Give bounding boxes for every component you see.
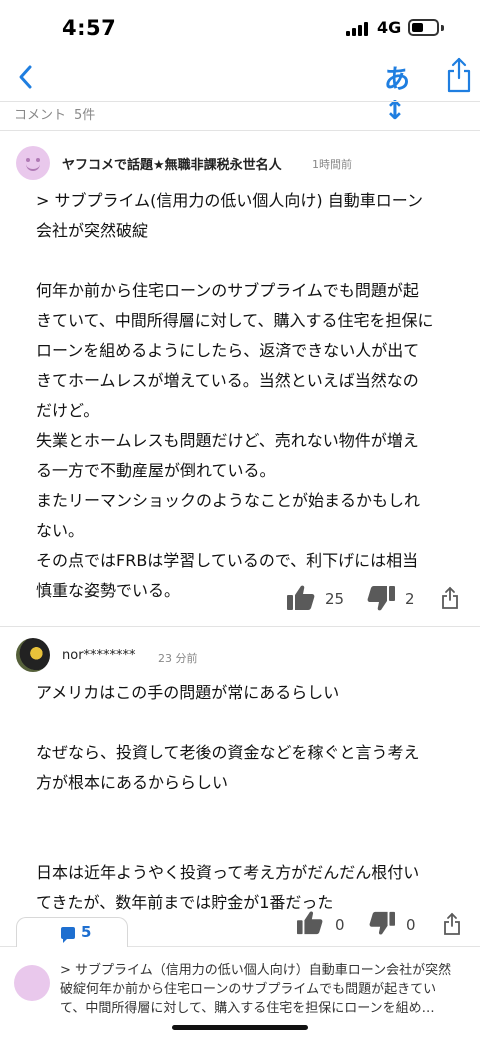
comment-line: その点ではFRBは学習しているので、利下げには相当 (36, 551, 419, 570)
comment-tab[interactable]: 5 (16, 917, 128, 947)
comment-tab-count: 5 (81, 923, 92, 941)
comment-time: 1時間前 (312, 158, 352, 171)
header-divider (0, 130, 480, 131)
preview-line: て、中間所得層に対して、購入する住宅を担保にローンを組め… (60, 1001, 435, 1016)
comment-body: アメリカはこの手の問題が常にあるらしい なぜなら、投資して老後の資金などを稼ぐと… (36, 678, 466, 918)
comment-item: ヤフコメで話題★無職非課税永世名人 1時間前 > サブプライム(信用力の低い個人… (0, 132, 480, 620)
thumbs-up-icon[interactable] (296, 910, 324, 940)
comment-line: 日本は近年ようやく投資って考え方がだんだん根付い (36, 863, 420, 882)
comments-title: コメント (14, 108, 67, 123)
comment-preview[interactable]: > サブプライム（信用力の低い個人向け）自動車ローン会社が突然 破綻何年か前から… (60, 961, 466, 1018)
avatar[interactable] (16, 146, 50, 180)
back-chevron-icon[interactable] (16, 62, 38, 92)
preview-line: > サブプライム（信用力の低い個人向け）自動車ローン会社が突然 (60, 963, 452, 978)
comment-line: ない。 (36, 521, 85, 540)
dislike-count: 2 (405, 590, 415, 608)
cellular-signal-icon (346, 22, 372, 36)
font-size-button[interactable]: あ↕ (384, 59, 430, 126)
comment-line: ローンを組めるようにしたら、返済できない人が出て (36, 341, 420, 360)
avatar[interactable] (16, 638, 50, 672)
like-count: 0 (335, 916, 345, 934)
comment-reactions: 25 2 (0, 580, 480, 616)
comment-line: 会社が突然破綻 (36, 221, 149, 240)
comments-count: 5件 (74, 108, 96, 123)
nav-divider (0, 101, 480, 102)
comment-line: またリーマンショックのようなことが始まるかもしれ (36, 491, 421, 510)
preview-line: 破綻何年か前から住宅ローンのサブプライムでも問題が起きてい (60, 982, 437, 997)
thumbs-down-icon[interactable] (368, 910, 396, 940)
battery-icon (408, 19, 439, 36)
comment-divider (0, 626, 480, 627)
status-bar: 4:57 4G (0, 0, 480, 54)
comment-line: なぜなら、投資して老後の資金などを稼ぐと言う考え (36, 743, 420, 762)
comment-line: > サブプライム(信用力の低い個人向け) 自動車ローン (36, 191, 423, 210)
comments-header: コメント 5件 (14, 104, 95, 128)
comment-line: アメリカはこの手の問題が常にあるらしい (36, 683, 340, 702)
like-count: 25 (325, 590, 345, 608)
nav-bar: あ↕ (0, 54, 480, 126)
share-icon[interactable] (442, 912, 462, 940)
comment-user-name[interactable]: ヤフコメで話題★無職非課税永世名人 (62, 154, 282, 173)
comment-item: nor******** 23 分前 アメリカはこの手の問題が常にあるらしい なぜ… (0, 628, 480, 944)
comment-bubble-icon (61, 927, 75, 943)
battery-tip (441, 25, 444, 31)
comment-time: 23 分前 (158, 652, 198, 665)
comment-line (36, 246, 466, 276)
comment-body: > サブプライム(信用力の低い個人向け) 自動車ローン 会社が突然破綻 何年か前… (36, 186, 466, 606)
comment-line (36, 708, 466, 738)
share-icon[interactable] (440, 586, 460, 614)
comment-user-name[interactable]: nor******** (62, 648, 136, 663)
comment-line (36, 798, 466, 828)
preview-avatar (14, 965, 50, 1001)
comment-line: る一方で不動産屋が倒れている。 (36, 461, 276, 480)
thumbs-up-icon[interactable] (286, 584, 316, 616)
status-time: 4:57 (62, 16, 117, 40)
comment-line (36, 828, 466, 858)
bottom-comment-bar: 5 > サブプライム（信用力の低い個人向け）自動車ローン会社が突然 破綻何年か前… (0, 917, 480, 1038)
comment-line: 何年か前から住宅ローンのサブプライムでも問題が起 (36, 281, 419, 300)
thumbs-down-icon[interactable] (366, 584, 396, 616)
comment-line: 方が根本にあるかららしい (36, 773, 229, 792)
comment-line: 失業とホームレスも問題だけど、売れない物件が増え (36, 431, 419, 450)
comment-line: きてホームレスが増えている。当然といえば当然なの (36, 371, 419, 390)
share-icon[interactable] (444, 56, 474, 94)
comment-line: きていて、中間所得層に対して、購入する住宅を担保に (36, 311, 434, 330)
home-indicator[interactable] (172, 1025, 308, 1030)
comment-line: だけど。 (36, 401, 100, 420)
dislike-count: 0 (406, 916, 416, 934)
network-type: 4G (377, 18, 402, 37)
